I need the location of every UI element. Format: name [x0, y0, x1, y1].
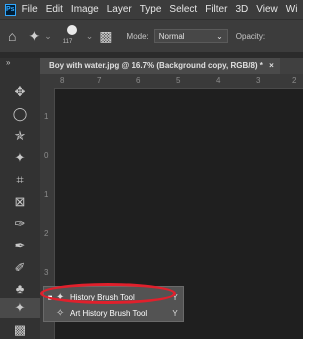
menu-select[interactable]: Select — [169, 4, 197, 15]
ruler-tick-label: 4 — [216, 76, 221, 85]
brush-size-picker[interactable]: 117 — [62, 23, 82, 49]
menu-edit[interactable]: Edit — [46, 4, 63, 15]
menu-window[interactable]: Wi — [286, 4, 298, 15]
menu-layer[interactable]: Layer — [107, 4, 132, 15]
eyedropper-tool-icon[interactable]: ✑ — [0, 214, 40, 234]
ruler-tick-label: 6 — [136, 76, 141, 85]
history-brush-tool-icon[interactable]: ✦ — [0, 298, 40, 318]
crop-tool-icon[interactable]: ⌗ — [0, 170, 40, 190]
brush-settings-icon[interactable]: ▩ — [99, 28, 112, 45]
tools-panel: » ✥ ◯ ✯ ✦ ⌗ ⊠ ✑ ✒ ✐ ♣ ✦ ▩ — [0, 58, 40, 339]
ruler-tick-label: 2 — [292, 76, 297, 85]
chevron-down-icon: ⌄ — [216, 31, 223, 41]
menu-3d[interactable]: 3D — [235, 4, 248, 15]
highlight-annotation-ellipse — [40, 283, 176, 304]
menu-view[interactable]: View — [256, 4, 278, 15]
brush-tool-icon[interactable]: ✐ — [0, 258, 40, 278]
brush-size-value: 117 — [62, 39, 73, 45]
document-tab-bar: Boy with water.jpg @ 16.7% (Background c… — [40, 58, 303, 74]
flyout-item-label: Art History Brush Tool — [70, 308, 148, 318]
opacity-label: Opacity: — [235, 31, 266, 41]
move-tool-icon[interactable]: ✥ — [0, 82, 40, 102]
frame-tool-icon[interactable]: ⊠ — [0, 192, 40, 212]
ruler-tick-label: 3 — [44, 268, 49, 277]
collapse-icon[interactable]: » — [0, 58, 40, 67]
mode-value: Normal — [158, 31, 185, 41]
menu-file[interactable]: File — [22, 4, 38, 15]
brush-tip-icon — [66, 25, 77, 35]
art-history-brush-icon: ✧ — [56, 307, 65, 319]
flyout-item-shortcut: Y — [172, 308, 178, 318]
menu-image[interactable]: Image — [71, 4, 99, 15]
home-icon[interactable]: ⌂ — [8, 28, 16, 44]
lasso-tool-icon[interactable]: ◯ — [0, 104, 40, 124]
eraser-tool-icon[interactable]: ▩ — [0, 320, 40, 339]
ruler-tick-label: 7 — [97, 76, 102, 85]
clone-stamp-tool-icon[interactable]: ♣ — [0, 278, 40, 298]
ruler-tick-label: 2 — [44, 229, 49, 238]
ruler-tick-label: 1 — [44, 112, 49, 121]
menu-filter[interactable]: Filter — [205, 4, 227, 15]
options-bar: ⌂ ✦ ⌄ 117 ⌄ ▩ Mode: Normal ⌄ Opacity: — [0, 19, 303, 52]
ruler-tick-label: 3 — [256, 76, 261, 85]
ruler-tick-label: 5 — [176, 76, 181, 85]
mode-label: Mode: — [126, 31, 149, 41]
flyout-item-art-history-brush[interactable]: ✧ Art History Brush Tool Y — [44, 305, 183, 321]
horizontal-ruler: 8 7 6 5 4 3 2 — [40, 74, 303, 89]
history-brush-preset-icon[interactable]: ✦ — [28, 28, 40, 45]
menu-type[interactable]: Type — [140, 4, 162, 15]
photoshop-logo: Ps — [5, 3, 16, 16]
healing-brush-tool-icon[interactable]: ✒ — [0, 236, 40, 256]
close-icon[interactable]: × — [269, 61, 274, 70]
ruler-tick-label: 1 — [44, 190, 49, 199]
ruler-tick-label: 8 — [60, 76, 65, 85]
chevron-down-icon[interactable]: ⌄ — [44, 31, 52, 42]
magic-wand-tool-icon[interactable]: ✦ — [0, 148, 40, 168]
photoshop-window: Ps File Edit Image Layer Type Select Fil… — [0, 0, 303, 339]
quick-selection-tool-icon[interactable]: ✯ — [0, 126, 40, 146]
ruler-tick-label: 0 — [44, 151, 49, 160]
document-tab-title: Boy with water.jpg @ 16.7% (Background c… — [49, 61, 263, 70]
document-tab[interactable]: Boy with water.jpg @ 16.7% (Background c… — [40, 58, 280, 74]
chevron-down-icon[interactable]: ⌄ — [86, 31, 94, 42]
mode-select[interactable]: Normal ⌄ — [153, 29, 228, 43]
menu-bar: Ps File Edit Image Layer Type Select Fil… — [0, 0, 303, 19]
